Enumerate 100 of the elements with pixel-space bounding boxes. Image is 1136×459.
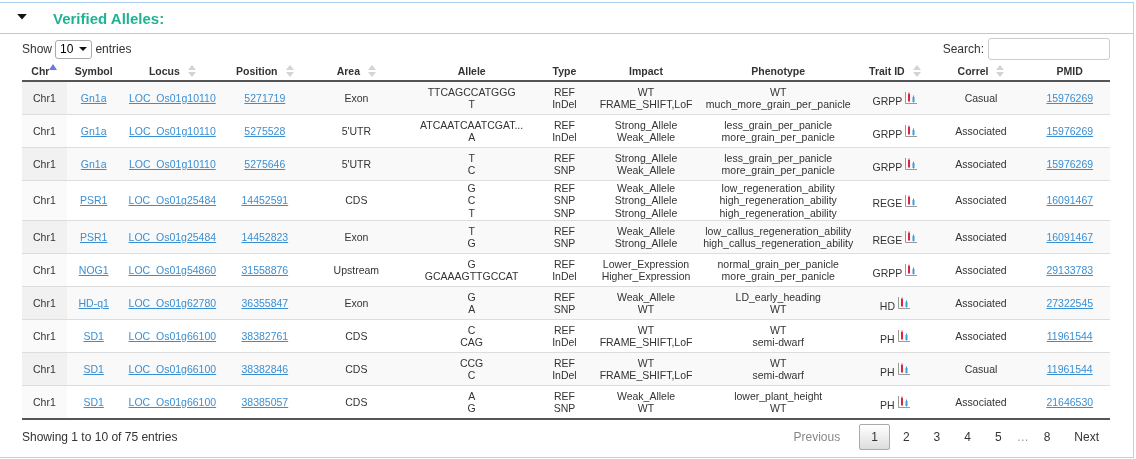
position-link[interactable]: 5275528	[244, 124, 286, 137]
position-link[interactable]: 14452591	[241, 194, 289, 207]
type-cell: REF SNP	[553, 389, 576, 415]
page-button[interactable]: 5	[983, 425, 1013, 450]
chromosome-cell: Chr1	[33, 157, 56, 170]
correlation-cell: Associated	[955, 264, 1007, 276]
symbol-link[interactable]: PSR1	[79, 194, 108, 207]
column-header[interactable]: Impact	[629, 65, 663, 77]
correlation-cell: Associated	[955, 157, 1007, 170]
column-header[interactable]: Locus	[148, 65, 180, 77]
column-header[interactable]: Symbol	[74, 65, 113, 77]
collapse-icon[interactable]	[15, 14, 29, 22]
box-plot-icon[interactable]	[897, 363, 910, 376]
pmid-link[interactable]: 16091467	[1046, 194, 1094, 207]
locus-link[interactable]: LOC_Os01g54860	[128, 264, 217, 276]
area-cell: CDS	[345, 396, 368, 408]
symbol-link[interactable]: PSR1	[79, 231, 108, 243]
correlation-cell: Associated	[955, 124, 1007, 137]
chromosome-cell: Chr1	[33, 124, 56, 137]
column-header[interactable]: PMID	[1056, 65, 1083, 77]
pmid-link[interactable]: 29133783	[1046, 264, 1094, 276]
locus-link[interactable]: LOC_Os01g66100	[128, 330, 217, 342]
type-cell: REF SNP	[553, 224, 576, 250]
position-link[interactable]: 31558876	[241, 264, 289, 276]
correlation-cell: Associated	[955, 231, 1007, 243]
column-header[interactable]: Position	[236, 65, 278, 77]
box-plot-icon[interactable]	[905, 158, 918, 170]
type-cell: REF InDel	[552, 257, 577, 283]
allele-cell: G GCAAAGTTGCCAT	[424, 257, 519, 283]
phenotype-cell: WT semi-dwarf	[752, 356, 804, 382]
chromosome-cell: Chr1	[33, 194, 56, 207]
impact-cell: WT FRAME_SHIFT,LoF	[599, 356, 693, 382]
column-header[interactable]: Correl	[957, 65, 989, 77]
column-header[interactable]: Allele	[457, 65, 486, 77]
chromosome-cell: Chr1	[33, 264, 56, 276]
position-link[interactable]: 5275646	[244, 157, 286, 170]
box-plot-icon[interactable]	[897, 297, 910, 310]
locus-link[interactable]: LOC_Os01g25484	[128, 194, 217, 207]
column-header[interactable]: Type	[552, 65, 577, 77]
page-button[interactable]: 2	[891, 425, 921, 450]
column-header[interactable]: Trait ID	[869, 65, 905, 77]
search-field[interactable]	[988, 38, 1110, 60]
page-nav-button[interactable]: Next	[1063, 425, 1110, 450]
symbol-link[interactable]: Gn1a	[80, 157, 107, 170]
column-header[interactable]: Area	[336, 65, 361, 77]
section-title: Verified Alleles:	[53, 9, 165, 27]
caret-icon	[79, 47, 88, 51]
symbol-link[interactable]: SD1	[83, 330, 104, 342]
symbol-link[interactable]: Gn1a	[80, 124, 107, 137]
locus-link[interactable]: LOC_Os01g66100	[128, 396, 217, 408]
symbol-link[interactable]: SD1	[83, 396, 104, 408]
symbol-link[interactable]: SD1	[83, 363, 104, 375]
allele-cell: CCG C	[459, 356, 484, 382]
box-plot-icon[interactable]	[905, 231, 918, 244]
area-cell: Exon	[344, 297, 369, 309]
trait-id-cell: GRPP	[872, 160, 903, 174]
column-header[interactable]: Phenotype	[751, 65, 806, 77]
type-cell: REF InDel	[552, 356, 577, 382]
impact-cell: Weak_Allele Strong_Allele Strong_Allele	[614, 182, 678, 219]
pmid-link[interactable]: 15976269	[1046, 124, 1094, 137]
symbol-link[interactable]: NOG1	[78, 264, 109, 276]
chromosome-cell: Chr1	[33, 91, 56, 104]
area-cell: Exon	[344, 231, 369, 243]
phenotype-cell: less_grain_per_panicle more_grain_per_panicle	[721, 151, 835, 176]
page-button[interactable]: 1	[859, 424, 890, 451]
symbol-link[interactable]: Gn1a	[80, 91, 107, 104]
box-plot-icon[interactable]	[897, 330, 910, 343]
sort-ascending-icon[interactable]	[49, 64, 58, 70]
entries-dropdown[interactable]: 10	[55, 39, 93, 59]
phenotype-cell: WT much_more_grain_per_panicle	[705, 85, 851, 110]
area-cell: 5'UTR	[341, 124, 372, 137]
page-button[interactable]: 3	[922, 425, 952, 450]
position-link[interactable]: 38382761	[241, 330, 289, 342]
correlation-cell: Associated	[955, 396, 1007, 408]
position-link[interactable]: 38385057	[241, 396, 289, 408]
type-cell: REF InDel	[552, 85, 577, 110]
phenotype-cell: WT semi-dwarf	[752, 323, 804, 349]
chromosome-cell: Chr1	[33, 396, 56, 408]
type-cell: REF InDel	[552, 323, 577, 349]
allele-cell: G A	[467, 290, 476, 316]
pmid-link[interactable]: 21646530	[1046, 396, 1094, 408]
impact-cell: Strong_Allele Weak_Allele	[614, 151, 678, 176]
page-button[interactable]: 4	[953, 425, 982, 450]
box-plot-icon[interactable]	[905, 92, 918, 104]
box-plot-icon[interactable]	[905, 125, 918, 137]
correlation-cell: Associated	[955, 330, 1007, 342]
trait-id-cell: PH	[880, 399, 895, 412]
area-cell: CDS	[345, 194, 368, 207]
box-plot-icon[interactable]	[897, 396, 910, 409]
correlation-cell: Associated	[955, 194, 1007, 207]
column-header[interactable]: Chr	[31, 65, 50, 77]
locus-link[interactable]: LOC_Os01g10110	[128, 124, 216, 137]
area-cell: 5'UTR	[341, 157, 372, 170]
box-plot-icon[interactable]	[905, 194, 918, 207]
page-button[interactable]: 8	[1032, 425, 1062, 450]
pmid-link[interactable]: 11961544	[1046, 330, 1093, 342]
chromosome-cell: Chr1	[33, 231, 56, 243]
box-plot-icon[interactable]	[905, 264, 918, 277]
symbol-link[interactable]: HD-q1	[78, 297, 109, 309]
position-link[interactable]: 5271719	[244, 91, 286, 104]
